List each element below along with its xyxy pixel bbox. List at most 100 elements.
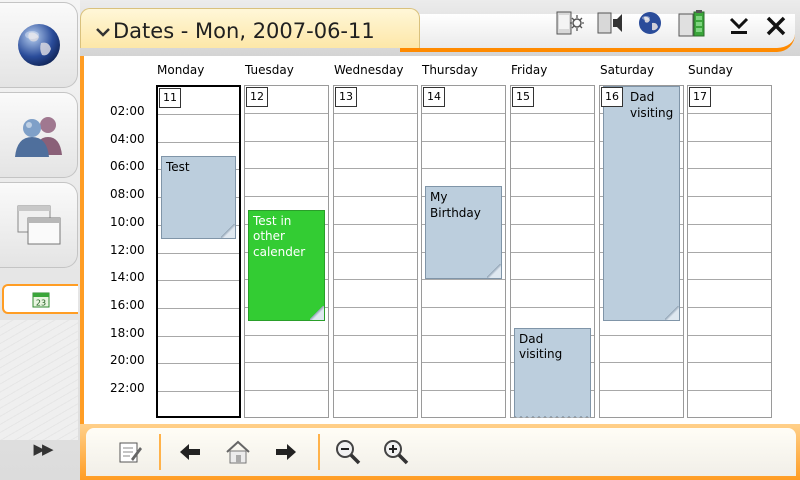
hour-label: 02:00	[110, 104, 145, 118]
hour-label: 12:00	[110, 242, 145, 257]
hour-gridline	[334, 334, 417, 336]
event-title: Test	[166, 159, 190, 174]
calendar-event[interactable]: Dad visiting	[603, 86, 680, 321]
hour-gridline	[688, 168, 771, 170]
zoom-in-button[interactable]	[380, 436, 412, 468]
toolbar-separator	[318, 434, 320, 470]
hour-gridline	[422, 390, 505, 391]
day-date-number: 15	[512, 87, 534, 107]
day-column-friday[interactable]: 15 Dad visiting	[510, 85, 595, 420]
calendar-day-number: 23	[36, 299, 46, 308]
hour-gridline	[158, 307, 239, 309]
hour-gridline	[422, 168, 505, 170]
previous-week-button[interactable]	[174, 436, 206, 468]
event-resize-handle[interactable]	[487, 264, 501, 279]
nav-contacts-button[interactable]	[0, 92, 78, 178]
hour-gridline	[511, 140, 594, 142]
network-globe-icon[interactable]	[635, 8, 665, 38]
day-date-number: 14	[423, 87, 445, 107]
hour-gridline	[334, 223, 417, 225]
day-header-tuesday[interactable]: Tuesday	[245, 63, 294, 77]
nav-web-button[interactable]	[0, 2, 78, 88]
volume-icon[interactable]	[595, 8, 625, 38]
minimize-button[interactable]	[725, 12, 753, 40]
day-column-sunday[interactable]: 17	[687, 85, 772, 418]
event-resize-handle[interactable]	[310, 305, 324, 320]
day-headers: Monday Tuesday Wednesday Thursday Friday Satu…	[84, 56, 800, 84]
hour-gridline	[334, 140, 417, 142]
day-header-wednesday[interactable]: Wednesday	[334, 63, 403, 77]
hour-gridline	[600, 390, 683, 391]
hour-label: 20:00	[110, 353, 145, 368]
day-header-sunday[interactable]: Sunday	[688, 63, 733, 77]
hour-gridline	[688, 196, 771, 198]
zoom-out-icon	[336, 440, 361, 465]
day-date-number: 13	[335, 87, 357, 107]
new-event-button[interactable]	[114, 436, 146, 468]
week-view: Monday Tuesday Wednesday Thursday Friday Satu…	[80, 56, 800, 424]
day-column-tuesday[interactable]: 12 Test in other calender	[244, 85, 329, 418]
hour-label: 14:00	[110, 270, 145, 285]
hour-gridline	[688, 223, 771, 225]
battery-icon[interactable]	[677, 8, 707, 38]
event-resize-handle[interactable]	[221, 223, 235, 238]
chevron-down-icon	[96, 28, 110, 37]
hour-label: 22:00	[110, 381, 145, 395]
day-header-monday[interactable]: Monday	[157, 63, 204, 77]
hour-gridline	[688, 140, 771, 142]
hour-gridline	[245, 140, 328, 142]
globe-icon	[17, 24, 60, 66]
event-title: Dad visiting	[519, 331, 563, 362]
hour-gridline	[334, 196, 417, 198]
hour-gridline	[334, 168, 417, 170]
hour-gridline	[158, 391, 239, 392]
zoom-out-button[interactable]	[332, 436, 364, 468]
running-app-calendar[interactable]: 23	[2, 284, 78, 314]
event-title: Test in other calender	[253, 213, 306, 259]
nav-applications-button[interactable]	[0, 182, 78, 268]
hour-gridline	[158, 363, 239, 365]
next-week-button[interactable]	[270, 436, 302, 468]
event-title: My Birthday	[430, 190, 481, 220]
hour-gridline	[422, 362, 505, 364]
hour-gridline	[158, 141, 239, 143]
calendar-event[interactable]: My Birthday	[425, 186, 502, 280]
today-button[interactable]	[222, 436, 254, 468]
window-title-area[interactable]: Dates - Mon, 2007-06-11	[95, 19, 375, 43]
day-header-saturday[interactable]: Saturday	[600, 63, 654, 77]
task-navigator: 23 ▶▶	[0, 0, 81, 480]
hour-gridline	[422, 113, 505, 114]
day-column-saturday[interactable]: 16 Dad visiting	[599, 85, 684, 418]
event-resize-handle[interactable]	[665, 305, 679, 320]
double-chevron-right-icon[interactable]: ▶▶	[22, 438, 62, 460]
window-menu-tab[interactable]: Dates - Mon, 2007-06-11	[80, 8, 420, 48]
day-column-monday[interactable]: 11 Test	[156, 85, 241, 418]
hour-gridline	[600, 362, 683, 364]
next-arrow-icon	[276, 444, 296, 460]
sidebar-background	[0, 320, 78, 440]
window-title: Dates - Mon, 2007-06-11	[113, 19, 375, 43]
hour-label: 06:00	[110, 159, 145, 174]
hour-gridline	[334, 306, 417, 308]
event-title: Dad visiting	[630, 90, 674, 120]
new-event-icon	[119, 442, 142, 463]
hour-gridline	[245, 362, 328, 364]
hour-gridline	[245, 334, 328, 336]
hour-label: 10:00	[110, 214, 145, 229]
hour-gridline	[422, 306, 505, 308]
hour-gridline	[511, 168, 594, 170]
calendar-event[interactable]: Dad visiting	[514, 327, 591, 420]
day-header-thursday[interactable]: Thursday	[422, 63, 478, 77]
day-column-thursday[interactable]: 14 My Birthday	[421, 85, 506, 418]
close-button[interactable]	[762, 12, 790, 40]
calendar-event[interactable]: Test	[161, 155, 236, 239]
hour-gridline	[245, 196, 328, 198]
hour-gridline	[688, 113, 771, 114]
display-brightness-icon[interactable]	[554, 8, 584, 38]
hour-gridline	[158, 280, 239, 282]
day-column-wednesday[interactable]: 13	[333, 85, 418, 418]
calendar-event[interactable]: Test in other calender	[248, 209, 325, 321]
day-header-friday[interactable]: Friday	[511, 63, 547, 77]
hour-gridline	[511, 251, 594, 253]
hour-gridline	[688, 279, 771, 281]
